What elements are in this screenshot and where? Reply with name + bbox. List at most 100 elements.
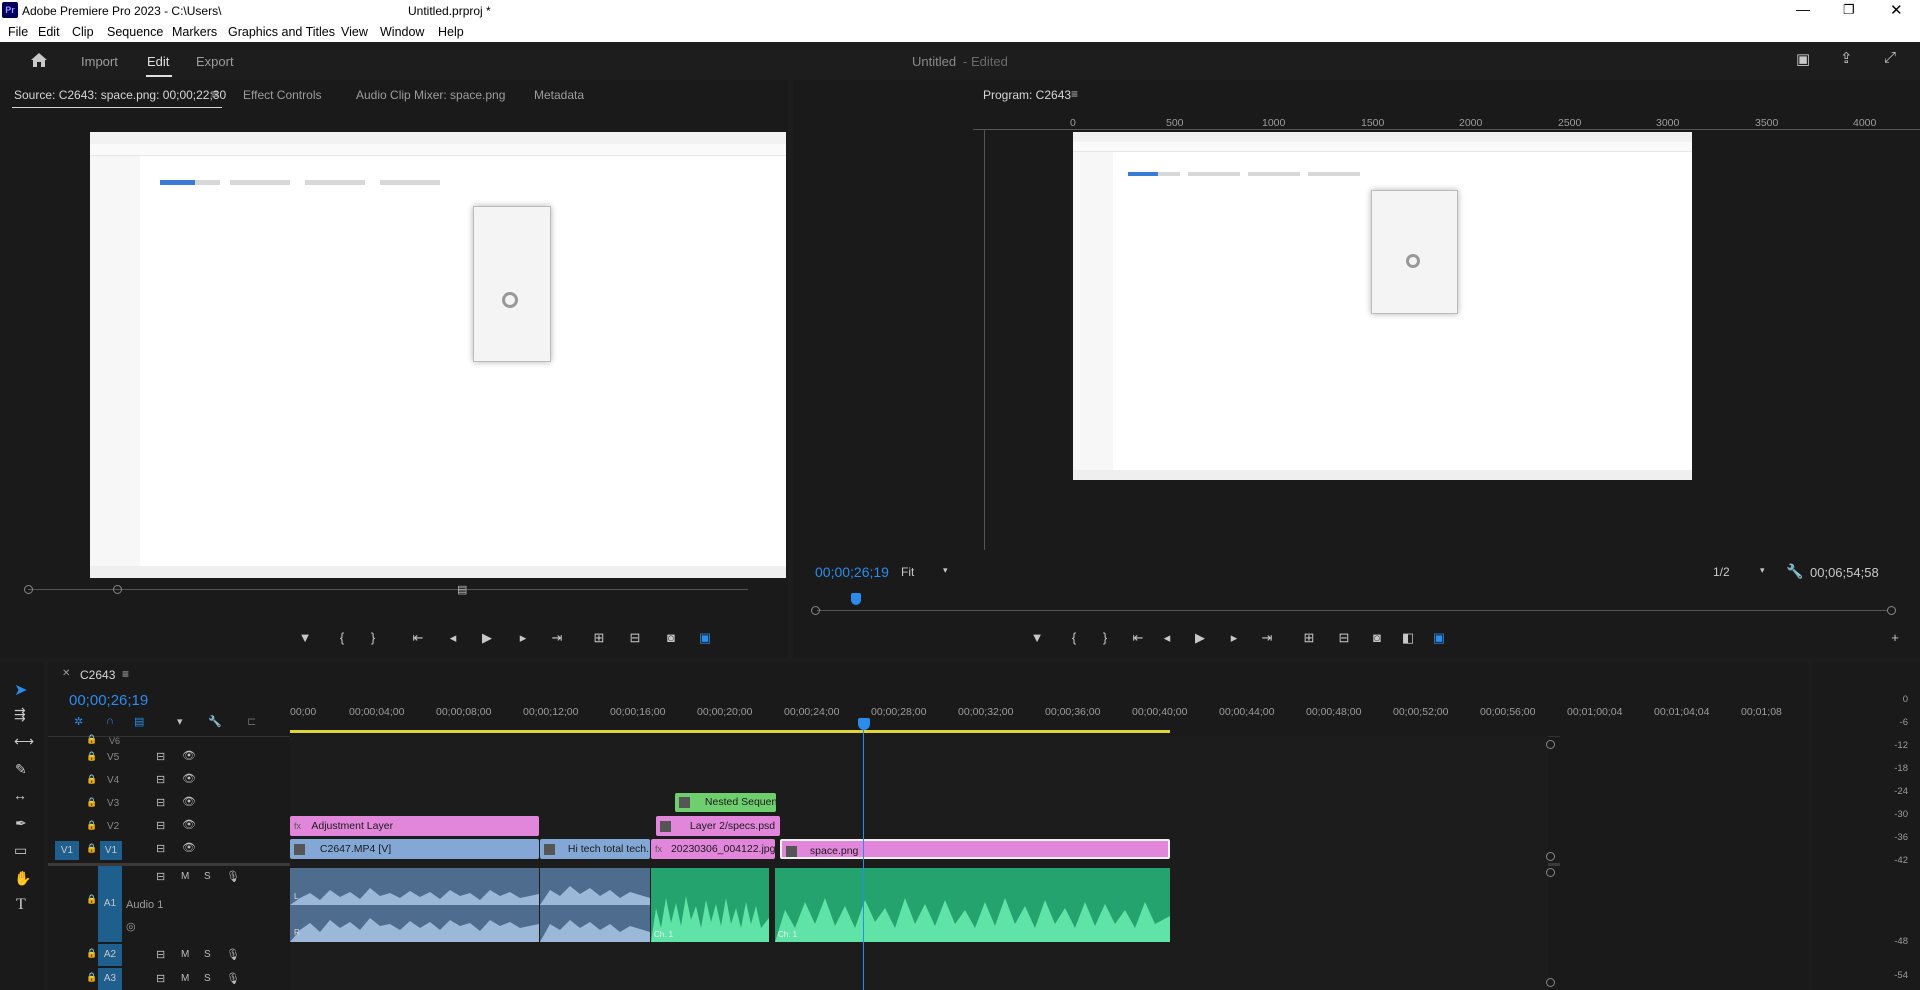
track-label-v1[interactable]: V1 [100,841,122,860]
go-to-in-icon[interactable]: ⇤ [407,629,429,647]
track-label-a2[interactable]: A2 [98,944,122,966]
sync-lock-icon[interactable]: ⊟ [156,972,165,985]
restore-icon[interactable]: ❐ [1843,2,1855,18]
sync-lock-icon[interactable]: ⊟ [156,750,165,763]
minimize-icon[interactable]: — [1796,1,1810,17]
microphone-icon[interactable]: 🎙 [226,870,240,883]
home-icon[interactable] [30,52,48,68]
menu-view[interactable]: View [341,25,368,39]
program-scrub-start[interactable] [811,606,820,615]
program-mark-in-icon[interactable]: { [1063,629,1085,647]
track-label-v6[interactable]: V6 [109,736,120,746]
source-scrub-bar[interactable] [28,589,748,590]
share-icon[interactable]: ⇪ [1840,49,1853,67]
sequence-menu-icon[interactable]: ≡ [122,667,129,681]
clip-layer2-specs[interactable]: Layer 2/specs.psd [656,816,780,836]
linked-selection-icon[interactable]: ∩ [106,715,114,727]
tab-source[interactable]: Source: C2643: space.png: 00;00;22;30 [14,88,226,102]
program-step-back-icon[interactable]: ◂ [1156,629,1178,647]
lock-icon[interactable]: 🔒 [86,843,97,854]
timeline-marker-icon[interactable]: ▾ [177,715,183,728]
program-button-editor-icon[interactable]: ▣ [1428,629,1450,647]
work-area-bar[interactable] [290,730,1170,733]
tab-effect-controls[interactable]: Effect Controls [243,88,321,102]
insert-overwrite-icon[interactable]: ▤ [134,715,144,728]
lock-icon[interactable]: 🔒 [86,820,97,831]
solo-button[interactable]: S [204,973,211,984]
audio-scroll-top[interactable] [1546,868,1555,877]
pan-knob-icon[interactable]: ◎ [126,920,136,933]
fullscreen-icon[interactable]: ⤢ [1884,49,1896,66]
solo-button[interactable]: S [204,871,211,882]
ripple-edit-tool-icon[interactable]: ⟷ [14,733,34,750]
timeline-playhead[interactable] [863,730,864,990]
eye-icon[interactable]: 👁 [182,841,196,854]
fit-chevron-down-icon[interactable]: ▾ [943,565,948,576]
razor-tool-icon[interactable]: ✎ [15,761,27,778]
close-sequence-icon[interactable]: ✕ [62,668,70,679]
source-scrub-end[interactable] [113,585,122,594]
extract-icon[interactable]: ⊟ [1333,629,1355,647]
overwrite-icon[interactable]: ⊟ [624,629,646,647]
eye-icon[interactable]: 👁 [182,772,196,785]
program-menu-icon[interactable]: ≡ [1071,87,1078,101]
menu-markers[interactable]: Markers [172,25,217,39]
track-label-v5[interactable]: V5 [107,752,119,763]
button-editor-icon[interactable]: ▣ [694,629,716,647]
sync-lock-icon[interactable]: ⊟ [156,842,165,855]
audio-clip-jpg[interactable]: Ch. 1 [651,868,769,942]
snap-icon[interactable]: ✲ [74,715,83,728]
add-marker-icon[interactable]: ▼ [294,629,316,647]
program-add-button-icon[interactable]: + [1884,629,1906,647]
program-scrub-end[interactable] [1887,606,1896,615]
rectangle-tool-icon[interactable]: ▭ [14,842,27,859]
step-back-icon[interactable]: ◂ [442,629,464,647]
microphone-icon[interactable]: 🎙 [226,972,240,985]
tab-export[interactable]: Export [196,54,234,69]
lock-icon[interactable]: 🔒 [86,751,97,762]
eye-icon[interactable]: 👁 [182,795,196,808]
menu-file[interactable]: File [8,25,28,39]
selection-tool-icon[interactable]: ➤ [14,680,27,700]
play-icon[interactable]: ▶ [476,629,498,647]
tab-import[interactable]: Import [81,54,118,69]
audio-clip-hitech[interactable] [540,868,650,942]
track-select-tool-icon[interactable]: ⇶ [14,706,26,723]
sync-lock-icon[interactable]: ⊟ [156,796,165,809]
slip-tool-icon[interactable]: ↔ [13,787,27,803]
lock-icon[interactable]: 🔒 [86,734,97,745]
timeline-settings-wrench-icon[interactable]: 🔧 [208,715,222,728]
sync-lock-icon[interactable]: ⊟ [156,773,165,786]
program-play-icon[interactable]: ▶ [1189,629,1211,647]
hand-tool-icon[interactable]: ✋ [14,870,31,887]
clip-adjustment-layer[interactable]: fx Adjustment Layer [290,816,539,836]
solo-button[interactable]: S [204,949,211,960]
tab-metadata[interactable]: Metadata [534,88,584,102]
track-label-a3[interactable]: A3 [98,968,122,990]
lock-icon[interactable]: 🔒 [86,797,97,808]
mute-button[interactable]: M [181,949,189,960]
track-label-v2[interactable]: V2 [107,821,119,832]
program-export-frame-icon[interactable]: ◙ [1366,629,1388,647]
program-title[interactable]: Program: C2643 [983,88,1071,102]
lock-icon[interactable]: 🔒 [86,948,97,959]
track-label-v4[interactable]: V4 [107,775,119,786]
sequence-tab[interactable]: C2643 [80,668,115,682]
clip-hitech[interactable]: Hi tech total tech. [540,839,650,859]
timeline-playhead-head[interactable] [858,718,870,730]
timeline-timecode[interactable]: 00;00;26;19 [69,692,148,709]
microphone-icon[interactable]: 🎙 [226,948,240,961]
fit-dropdown[interactable]: Fit [901,565,914,579]
menu-help[interactable]: Help [438,25,464,39]
eye-icon[interactable]: 👁 [182,749,196,762]
menu-window[interactable]: Window [380,25,424,39]
clip-nested-sequence[interactable]: Nested Sequence [675,793,776,812]
menu-sequence[interactable]: Sequence [107,25,163,39]
quick-export-icon[interactable]: ▣ [1796,50,1810,68]
audio-clip-c2647[interactable]: L R [290,868,539,942]
audio-scroll-bottom[interactable] [1546,978,1555,987]
program-scrub-bar-rest[interactable] [1557,610,1887,611]
program-playhead-marker[interactable] [851,593,861,605]
mark-in-icon[interactable]: { [331,629,353,647]
resolution-dropdown[interactable]: 1/2 [1713,565,1730,579]
